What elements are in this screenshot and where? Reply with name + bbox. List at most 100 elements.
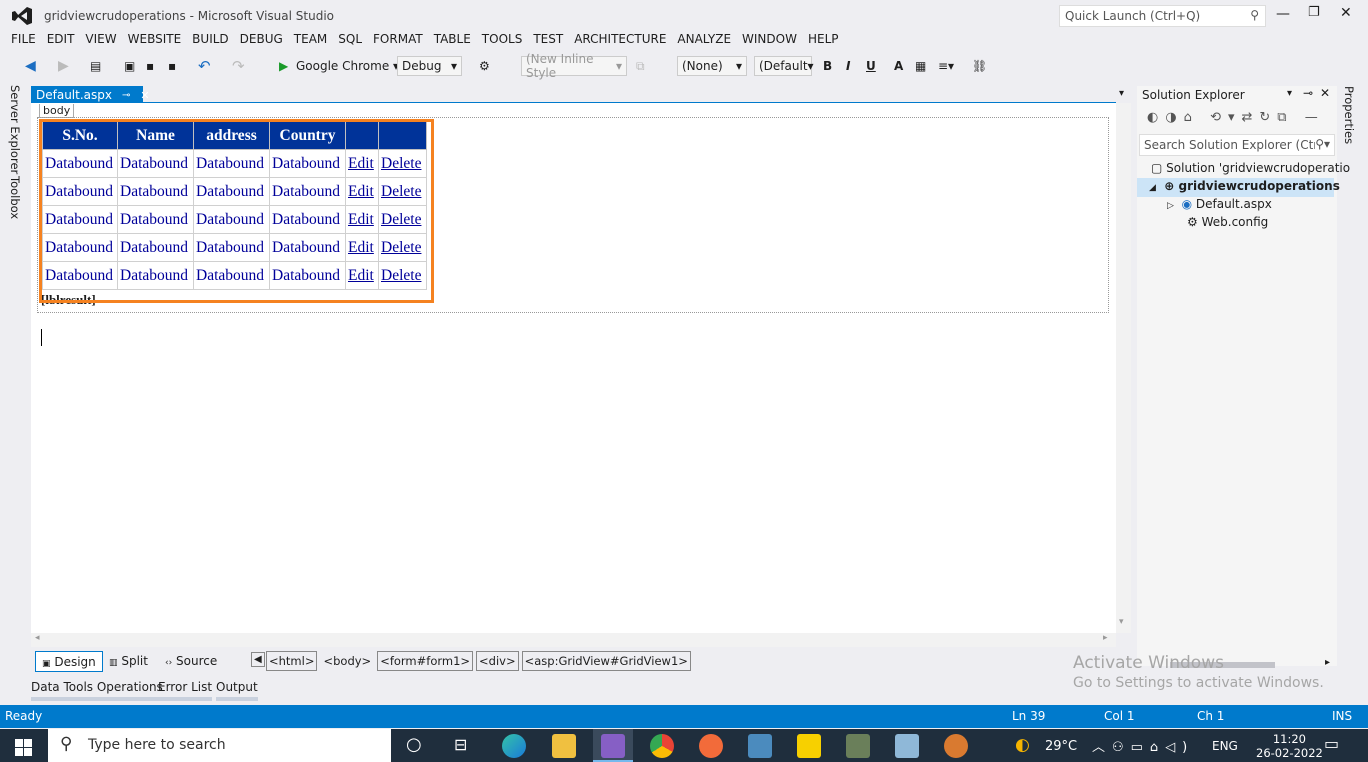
tool-window-tab[interactable]: Data Tools Operations: [31, 680, 163, 701]
visual-studio-icon[interactable]: [601, 734, 625, 758]
configuration-dropdown[interactable]: Debug ▾: [397, 56, 462, 76]
notepad-icon[interactable]: [895, 734, 919, 758]
notifications-icon[interactable]: ▭: [1324, 734, 1339, 753]
title-bar: gridviewcrudoperations - Microsoft Visua…: [0, 0, 1368, 32]
undo-icon[interactable]: ↶: [198, 57, 211, 75]
menu-table[interactable]: TABLE: [434, 30, 471, 48]
edge-icon[interactable]: [502, 734, 526, 758]
weather-icon[interactable]: ◐: [1015, 735, 1030, 755]
scroll-right-icon[interactable]: ▸: [1325, 657, 1330, 668]
solution-toolbar[interactable]: ◐◑⌂ ⟲▾⇄↻⧉ —: [1137, 107, 1337, 133]
design-surface[interactable]: body S.No. Name address Country Databound Da…: [31, 103, 1116, 633]
properties-tab[interactable]: Properties: [1342, 86, 1356, 144]
menu-analyze[interactable]: ANALYZE: [677, 30, 731, 48]
menu-architecture[interactable]: ARCHITECTURE: [574, 30, 666, 48]
bold-button[interactable]: B: [823, 57, 832, 75]
vertical-scrollbar[interactable]: ▾: [1116, 103, 1131, 633]
new-project-icon[interactable]: ▤: [90, 57, 101, 75]
scroll-right-icon[interactable]: ▸: [1103, 633, 1108, 643]
menu-website[interactable]: WEBSITE: [128, 30, 182, 48]
scroll-down-icon[interactable]: ▾: [1119, 617, 1124, 627]
collapse-icon[interactable]: ◢: [1149, 183, 1156, 193]
tool-window-tab[interactable]: Error List: [158, 680, 213, 701]
breadcrumb-item[interactable]: <html>: [266, 651, 318, 671]
target-rule-dropdown[interactable]: (None) ▾: [677, 56, 747, 76]
task-view-icon[interactable]: ⊟: [454, 735, 467, 754]
menu-team[interactable]: TEAM: [294, 30, 327, 48]
horizontal-scrollbar[interactable]: ◂ ▸: [31, 633, 1116, 647]
underline-button[interactable]: U: [866, 57, 876, 75]
chevron-down-icon[interactable]: ▾: [1119, 88, 1124, 99]
scroll-left-icon[interactable]: ◂: [35, 633, 40, 643]
style-icon[interactable]: ⧉: [636, 57, 645, 75]
hyperlink-icon[interactable]: ⛓: [972, 57, 987, 75]
menu-window[interactable]: WINDOW: [742, 30, 797, 48]
font-dropdown[interactable]: (Default ▾: [754, 56, 814, 76]
tool-window-tab[interactable]: Output: [216, 680, 258, 701]
menu-edit[interactable]: EDIT: [47, 30, 75, 48]
chevron-down-icon[interactable]: ▾: [1287, 88, 1292, 99]
tree-project[interactable]: ◢ ⊕ gridviewcrudoperations: [1137, 178, 1340, 197]
italic-button[interactable]: I: [846, 57, 850, 75]
paint-icon[interactable]: [944, 734, 968, 758]
tree-solution[interactable]: ▢ Solution 'gridviewcrudoperatio: [1151, 161, 1350, 175]
save-icon[interactable]: ▪: [146, 57, 154, 75]
pin-icon[interactable]: ⊸: [1303, 86, 1313, 100]
back-icon[interactable]: ◀: [25, 57, 36, 75]
tree-web-config[interactable]: ⚙ Web.config: [1187, 215, 1268, 229]
tree-default-aspx[interactable]: ▷ ◉ Default.aspx: [1167, 197, 1272, 211]
redo-icon[interactable]: ↷: [232, 57, 245, 75]
windows-start-icon[interactable]: [15, 739, 32, 756]
design-view-button[interactable]: ▣ Design: [35, 651, 103, 672]
menu-build[interactable]: BUILD: [192, 30, 228, 48]
menu-tools[interactable]: TOOLS: [482, 30, 523, 48]
breadcrumb-item[interactable]: <div>: [476, 651, 519, 671]
menu-format[interactable]: FORMAT: [373, 30, 423, 48]
breadcrumb-item[interactable]: <body>: [320, 651, 374, 671]
minimize-button[interactable]: —: [1276, 6, 1290, 22]
close-window-button[interactable]: ✕: [1340, 5, 1352, 21]
menu-sql[interactable]: SQL: [338, 30, 362, 48]
breadcrumb-item[interactable]: <asp:GridView#GridView1>: [521, 651, 691, 671]
source-view-button[interactable]: ‹› Source: [165, 654, 217, 668]
menu-file[interactable]: FILE: [11, 30, 36, 48]
sticky-notes-icon[interactable]: [797, 734, 821, 758]
menu-view[interactable]: VIEW: [85, 30, 116, 48]
cortana-icon[interactable]: ○: [406, 734, 422, 755]
browser-selector[interactable]: Google Chrome ▾: [296, 57, 399, 75]
open-file-icon[interactable]: ▣: [124, 57, 135, 75]
save-all-icon[interactable]: ▪: [168, 57, 176, 75]
start-debug-icon[interactable]: ▶: [279, 57, 288, 75]
server-explorer-tab[interactable]: Server Explorer: [8, 85, 22, 174]
close-icon[interactable]: ✕: [1320, 86, 1330, 100]
forward-icon[interactable]: ▶: [58, 57, 69, 75]
chrome-icon[interactable]: [650, 734, 674, 758]
taskbar-search-box[interactable]: ⚲ Type here to search: [48, 729, 391, 762]
tools-icon[interactable]: [846, 734, 870, 758]
breadcrumb-left-icon[interactable]: ◀: [251, 652, 265, 667]
font-color-icon[interactable]: A: [894, 57, 903, 75]
toolbox-tab[interactable]: Toolbox: [8, 176, 22, 219]
close-icon[interactable]: ✕: [140, 89, 149, 102]
split-view-button[interactable]: ▥ Split: [109, 654, 148, 668]
restore-button[interactable]: ❐: [1308, 5, 1320, 20]
tray-icons[interactable]: ︿⚇▭⌂◁): [1092, 736, 1194, 755]
menu-help[interactable]: HELP: [808, 30, 839, 48]
language-indicator[interactable]: ENG: [1212, 739, 1238, 753]
quick-launch-input[interactable]: Quick Launch (Ctrl+Q) ⚲: [1059, 5, 1266, 27]
python-icon[interactable]: [748, 734, 772, 758]
inline-style-dropdown[interactable]: (New Inline Style ▾: [521, 52, 627, 80]
menu-debug[interactable]: DEBUG: [240, 30, 283, 48]
file-explorer-icon[interactable]: [552, 734, 576, 758]
solution-search-input[interactable]: Search Solution Explorer (Ctrl- ⚲▾: [1139, 134, 1335, 156]
postman-icon[interactable]: [699, 734, 723, 758]
expand-icon[interactable]: ▷: [1167, 201, 1174, 211]
attach-icon[interactable]: ⚙: [479, 57, 490, 75]
weather-temp[interactable]: 29°C: [1045, 739, 1077, 754]
breadcrumb-item[interactable]: <form#form1>: [377, 651, 474, 671]
pin-icon[interactable]: ⊸: [122, 90, 130, 101]
background-color-icon[interactable]: ▦: [915, 57, 926, 75]
clock[interactable]: 11:20 26-02-2022: [1256, 732, 1323, 760]
menu-test[interactable]: TEST: [533, 30, 563, 48]
align-icon[interactable]: ≡▾: [938, 57, 954, 75]
